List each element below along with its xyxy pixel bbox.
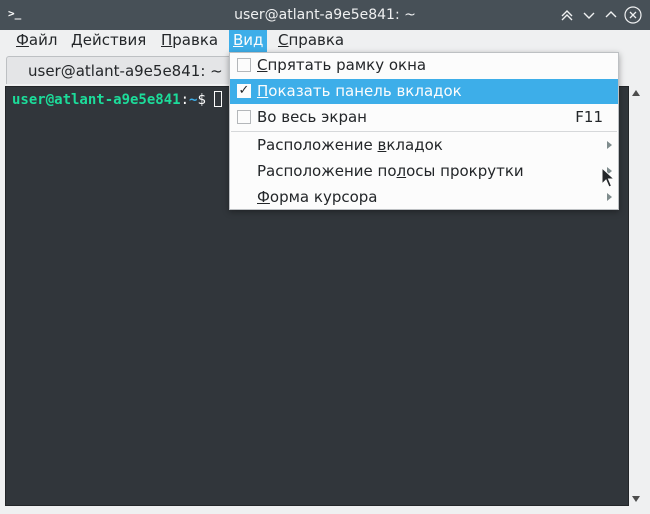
cursor-shape-accel: Ф [257, 188, 270, 206]
menu-help-label: правка [288, 31, 345, 49]
scrollbar-position-accel: л [396, 162, 407, 180]
fullscreen-shortcut: F11 [575, 108, 603, 126]
hide-frame-accel: С [257, 56, 268, 74]
window-title: user@atlant-a9e5e841: ~ [234, 7, 416, 23]
hide-frame-text: прятать рамку окна [267, 56, 427, 74]
tab-position-pre: Расположение [257, 136, 378, 154]
minimize-icon [583, 12, 595, 19]
menu-actions-accel: Д [71, 31, 83, 49]
cursor-shape-rest: орма курсора [269, 188, 378, 206]
close-icon [624, 6, 642, 24]
menu-file-accel: Ф [16, 31, 29, 49]
submenu-arrow-icon [607, 193, 612, 201]
menu-bar: Файл Действия Правка Вид Справка [0, 30, 650, 52]
keep-above-button[interactable] [558, 6, 576, 24]
menu-item-cursor-shape[interactable]: Форма курсора [230, 185, 618, 210]
tab-session[interactable]: user@atlant-a9e5e841: ~ [6, 56, 242, 84]
prompt-user-host: user@atlant-a9e5e841 [12, 92, 181, 108]
tab-label: user@atlant-a9e5e841: ~ [28, 62, 223, 80]
keep-above-icon [561, 10, 573, 21]
view-menu-dropdown: Спрятать рамку окна ✓ Показать панель вк… [229, 52, 619, 210]
cursor-shape-label: Форма курсора [257, 188, 378, 206]
menu-item-tab-position[interactable]: Расположение вкладок [230, 133, 618, 158]
maximize-button[interactable] [602, 6, 620, 24]
show-tabbar-checkbox[interactable]: ✓ [237, 84, 251, 98]
menu-file[interactable]: Файл [12, 30, 61, 52]
show-tabbar-label: Показать панель вкладок [257, 82, 462, 100]
menu-edit-label: равка [172, 31, 219, 49]
minimize-button[interactable] [580, 6, 598, 24]
menu-separator [231, 131, 617, 132]
menu-help[interactable]: Справка [274, 30, 348, 52]
tab-position-label: Расположение вкладок [257, 136, 443, 154]
menu-item-show-tabbar[interactable]: ✓ Показать панель вкладок [230, 79, 618, 104]
text-cursor [214, 91, 223, 107]
tab-position-rest: кладок [386, 136, 443, 154]
menu-item-scrollbar-position[interactable]: Расположение полосы прокрутки [230, 159, 618, 184]
show-tabbar-text: оказать панель вкладок [268, 82, 462, 100]
menu-actions-label: ействия [82, 31, 147, 49]
window-titlebar[interactable]: >_ user@atlant-a9e5e841: ~ [0, 0, 650, 30]
scroll-up-arrow-icon[interactable] [632, 90, 640, 96]
fullscreen-checkbox[interactable] [237, 110, 251, 124]
menu-view[interactable]: Вид [229, 30, 268, 52]
menu-item-hide-frame[interactable]: Спрятать рамку окна [230, 53, 618, 78]
menu-view-accel: В [233, 31, 244, 49]
scrollbar-position-pre: Расположение по [257, 162, 397, 180]
scroll-down-arrow-icon[interactable] [632, 496, 640, 502]
maximize-icon [605, 11, 617, 18]
hide-frame-checkbox[interactable] [237, 58, 251, 72]
menu-help-accel: С [278, 31, 289, 49]
prompt-char: $ [197, 92, 215, 108]
shell-prompt: user@atlant-a9e5e841:~$ [12, 91, 223, 109]
close-button[interactable] [624, 6, 642, 24]
menu-view-label: ид [243, 31, 264, 49]
menu-edit-accel: П [161, 31, 173, 49]
hide-frame-label: Спрятать рамку окна [257, 56, 426, 74]
menu-actions[interactable]: Действия [67, 30, 150, 52]
submenu-arrow-icon [607, 141, 612, 149]
mouse-pointer-icon [601, 167, 615, 188]
menu-file-label: айл [28, 31, 58, 49]
prompt-colon: : [180, 92, 190, 108]
terminal-scrollbar[interactable] [629, 86, 643, 506]
show-tabbar-accel: П [257, 82, 269, 100]
menu-item-fullscreen[interactable]: Во весь экран F11 [230, 105, 618, 130]
scrollbar-position-rest: осы прокрутки [406, 162, 524, 180]
menu-edit[interactable]: Правка [157, 30, 222, 52]
fullscreen-label: Во весь экран [257, 108, 367, 126]
scrollbar-position-label: Расположение полосы прокрутки [257, 162, 524, 180]
